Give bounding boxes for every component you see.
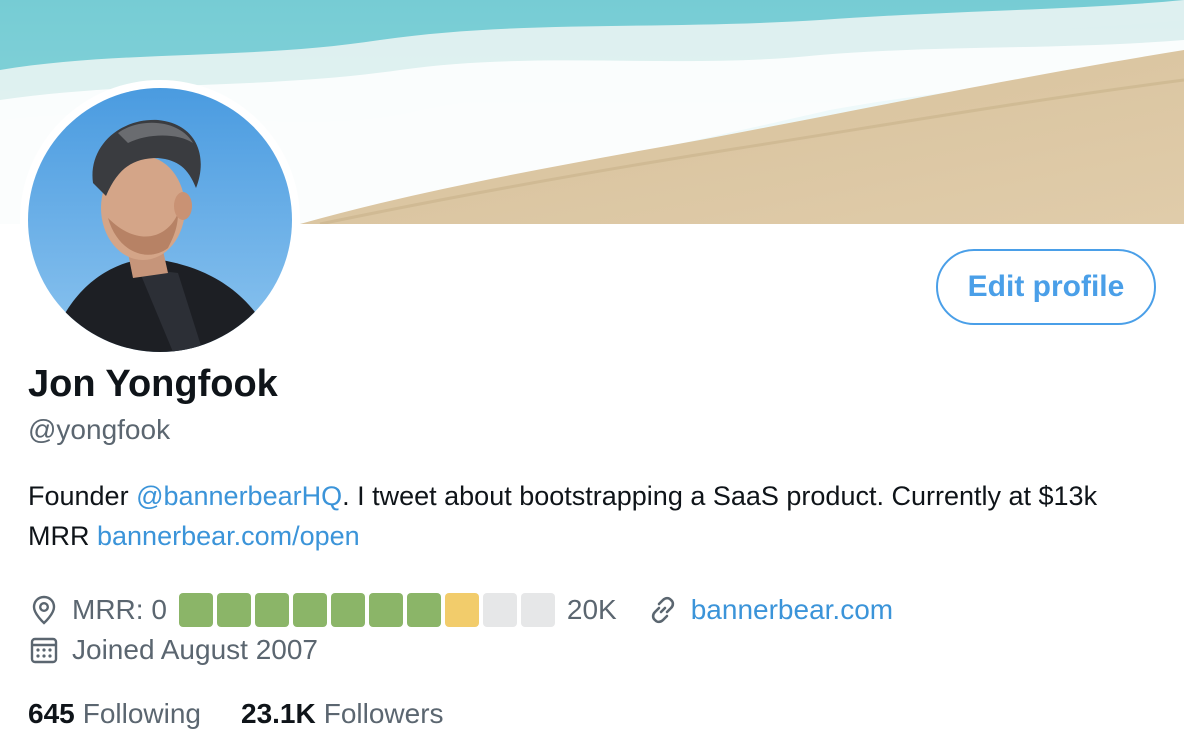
profile-stats: 645 Following 23.1K Followers [28,694,444,734]
profile-joined-row: Joined August 2007 [28,630,318,670]
mrr-cell-filled [368,593,403,627]
mrr-cell-filled [330,593,365,627]
profile-location-row: MRR: 0 20K bannerbear.com [28,590,893,630]
mrr-progress-bar [178,593,555,627]
followers-label: Followers [323,698,444,729]
followers-count: 23.1K [241,698,316,729]
avatar[interactable] [28,88,292,352]
joined-date: Joined August 2007 [72,634,318,665]
following-count: 645 [28,698,75,729]
mrr-cell-filled [216,593,251,627]
mrr-cell-empty [482,593,517,627]
profile-bio: Founder @bannerbearHQ. I tweet about boo… [28,476,1158,556]
mrr-end-label: 20K [566,594,617,625]
followers-stat[interactable]: 23.1K Followers [241,694,444,734]
location-pin-icon [28,594,60,626]
link-icon [647,594,679,626]
calendar-icon [28,634,60,666]
website-link[interactable]: bannerbear.com [691,594,893,626]
bio-text-prefix: Founder [28,481,137,511]
mrr-cell-partial [444,593,479,627]
mrr-cell-filled [292,593,327,627]
avatar-photo [28,88,292,352]
bio-url-link[interactable]: bannerbear.com/open [97,521,360,551]
bio-mention-link[interactable]: @bannerbearHQ [136,481,342,511]
following-stat[interactable]: 645 Following [28,694,201,734]
following-label: Following [82,698,201,729]
mrr-cell-empty [520,593,555,627]
mrr-cell-filled [406,593,441,627]
mrr-cell-filled [178,593,213,627]
profile-name: Jon Yongfook [28,363,278,405]
profile-handle: @yongfook [28,414,171,445]
mrr-start-label: MRR: 0 [72,594,167,625]
mrr-cell-filled [254,593,289,627]
edit-profile-button[interactable]: Edit profile [936,249,1156,325]
